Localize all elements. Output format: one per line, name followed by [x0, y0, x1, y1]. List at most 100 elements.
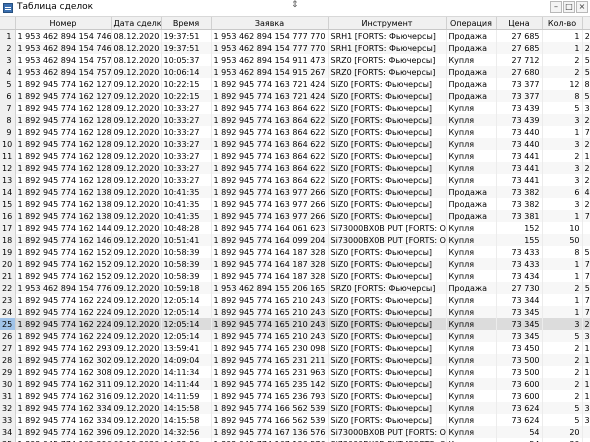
volume-header[interactable]: Объем [582, 17, 590, 30]
price: 73 434 [496, 270, 543, 282]
price: 73 440 [496, 126, 543, 138]
table-row[interactable]: 341 892 945 774 162 396 53309.12.202014:… [0, 426, 590, 438]
price: 27 730 [496, 282, 543, 294]
price: 73 433 [496, 246, 543, 258]
number-header[interactable]: Номер [15, 17, 112, 30]
trade-number: 1 892 945 774 162 152 170 [15, 258, 112, 270]
trade-date: 09.12.2020 [111, 330, 162, 342]
trade-number: 1 892 945 774 162 128 969 [15, 150, 112, 162]
operation: Купля [446, 414, 497, 426]
table-row[interactable]: 291 892 945 774 162 308 05309.12.202014:… [0, 366, 590, 378]
table-row[interactable]: 31 953 462 894 154 757 47408.12.202010:0… [0, 54, 590, 66]
table-row[interactable]: 141 892 945 774 162 138 39409.12.202010:… [0, 186, 590, 198]
trade-number: 1 892 945 774 162 334 571 [15, 414, 112, 426]
volume: 147 000,00 [582, 366, 590, 378]
table-row[interactable]: 21 953 462 894 154 746 89108.12.202019:3… [0, 42, 590, 54]
trade-number: 1 892 945 774 162 152 169 [15, 246, 112, 258]
trade-time: 10:48:28 [161, 222, 212, 234]
table-row[interactable]: 221 953 462 894 154 776 23609.12.202010:… [0, 282, 590, 294]
minimize-button[interactable]: – [550, 1, 562, 13]
trade-time: 10:33:27 [161, 102, 212, 114]
trade-date: 08.12.2020 [111, 29, 162, 42]
table-row[interactable]: 311 892 945 774 162 316 02409.12.202014:… [0, 390, 590, 402]
table-row[interactable]: 281 892 945 774 162 302 24909.12.202014:… [0, 354, 590, 366]
row-index-header[interactable] [0, 17, 16, 30]
table-row[interactable]: 71 892 945 774 162 128 96509.12.202010:3… [0, 102, 590, 114]
table-row[interactable]: 211 892 945 774 162 152 17109.12.202010:… [0, 270, 590, 282]
table-row[interactable]: 131 892 945 774 162 128 97109.12.202010:… [0, 174, 590, 186]
table-row[interactable]: 191 892 945 774 162 152 16909.12.202010:… [0, 246, 590, 258]
trade-time: 10:51:41 [161, 234, 212, 246]
volume: 220 035,00 [582, 318, 590, 330]
instrument: SiZ0 [FORTS: Фьючерсы] [328, 126, 447, 138]
order-number: 1 892 945 774 163 864 622 [211, 138, 329, 150]
table-row[interactable]: 51 892 945 774 162 127 40109.12.202010:2… [0, 78, 590, 90]
operation-header[interactable]: Операция [446, 17, 497, 30]
order-number: 1 953 462 894 154 911 473 [211, 54, 329, 66]
pin-icon[interactable]: ⇕ [291, 0, 299, 10]
order-number: 1 892 945 774 165 231 211 [211, 354, 329, 366]
volume: 220 323,00 [582, 162, 590, 174]
time-header[interactable]: Время [161, 17, 212, 30]
trade-date: 09.12.2020 [111, 150, 162, 162]
table-row[interactable]: 171 892 945 774 162 144 38709.12.202010:… [0, 222, 590, 234]
table-row[interactable]: 351 892 945 774 162 396 53409.12.202014:… [0, 438, 590, 442]
trade-date: 09.12.2020 [111, 342, 162, 354]
trade-date: 09.12.2020 [111, 186, 162, 198]
instrument: SiZ0 [FORTS: Фьючерсы] [328, 366, 447, 378]
title-bar[interactable]: Таблица сделок ⇕ – □ × [0, 0, 590, 17]
trade-date: 09.12.2020 [111, 318, 162, 330]
trade-date: 09.12.2020 [111, 210, 162, 222]
order-number: 1 953 462 894 154 915 267 [211, 66, 329, 78]
table-row[interactable]: 161 892 945 774 162 138 39609.12.202010:… [0, 210, 590, 222]
price-header[interactable]: Цена [496, 17, 543, 30]
table-row[interactable]: 11 953 462 894 154 746 89008.12.202019:3… [0, 29, 590, 42]
volume: 27 685,00 [582, 29, 590, 42]
table-row[interactable]: 181 892 945 774 162 146 54009.12.202010:… [0, 234, 590, 246]
table-row[interactable]: 251 892 945 774 162 224 17909.12.202012:… [0, 318, 590, 330]
row-index: 5 [0, 78, 16, 90]
trade-number: 1 892 945 774 162 396 534 [15, 438, 112, 442]
quantity: 1 [542, 126, 583, 138]
row-index: 14 [0, 186, 16, 198]
table-row[interactable]: 301 892 945 774 162 311 87009.12.202014:… [0, 378, 590, 390]
table-row[interactable]: 241 892 945 774 162 224 17809.12.202012:… [0, 306, 590, 318]
trade-number: 1 892 945 774 162 128 965 [15, 102, 112, 114]
instrument-header[interactable]: Инструмент [328, 17, 447, 30]
trade-number: 1 892 945 774 162 138 396 [15, 210, 112, 222]
table-row[interactable]: 121 892 945 774 162 128 97009.12.202010:… [0, 162, 590, 174]
operation: Продажа [446, 29, 497, 42]
table-row[interactable]: 321 892 945 774 162 334 57009.12.202014:… [0, 402, 590, 414]
table-row[interactable]: 261 892 945 774 162 224 18009.12.202012:… [0, 330, 590, 342]
trade-date-header[interactable]: Дата сделки [111, 17, 162, 30]
table-row[interactable]: 81 892 945 774 162 128 96609.12.202010:3… [0, 114, 590, 126]
close-button[interactable]: × [576, 1, 588, 13]
table-row[interactable]: 101 892 945 774 162 128 96809.12.202010:… [0, 138, 590, 150]
maximize-button[interactable]: □ [563, 1, 575, 13]
order-number: 1 892 945 774 167 136 576 [211, 438, 329, 442]
table-row[interactable]: 271 892 945 774 162 293 65809.12.202013:… [0, 342, 590, 354]
table-row[interactable]: 91 892 945 774 162 128 96709.12.202010:3… [0, 126, 590, 138]
trade-number: 1 892 945 774 162 224 178 [15, 306, 112, 318]
table-row[interactable]: 201 892 945 774 162 152 17009.12.202010:… [0, 258, 590, 270]
trades-grid[interactable]: НомерДата сделкиВремяЗаявкаИнструментОпе… [0, 17, 590, 442]
trade-time: 14:09:04 [161, 354, 212, 366]
price: 73 377 [496, 78, 543, 90]
quantity-header[interactable]: Кол-во [542, 17, 583, 30]
row-index: 31 [0, 390, 16, 402]
table-row[interactable]: 61 892 945 774 162 127 40209.12.202010:2… [0, 90, 590, 102]
order-number: 1 892 945 774 165 210 243 [211, 318, 329, 330]
order-number: 1 892 945 774 167 136 576 [211, 426, 329, 438]
table-row[interactable]: 111 892 945 774 162 128 96909.12.202010:… [0, 150, 590, 162]
trade-date: 09.12.2020 [111, 234, 162, 246]
table-row[interactable]: 151 892 945 774 162 138 39509.12.202010:… [0, 198, 590, 210]
table-row[interactable]: 231 892 945 774 162 224 17709.12.202012:… [0, 294, 590, 306]
row-index: 1 [0, 29, 16, 42]
order-header[interactable]: Заявка [211, 17, 329, 30]
order-number: 1 892 945 774 166 562 539 [211, 414, 329, 426]
table-row[interactable]: 41 953 462 894 154 757 68709.12.202010:0… [0, 66, 590, 78]
instrument: SiZ0 [FORTS: Фьючерсы] [328, 414, 447, 426]
row-index: 24 [0, 306, 16, 318]
price: 73 345 [496, 330, 543, 342]
table-row[interactable]: 331 892 945 774 162 334 57109.12.202014:… [0, 414, 590, 426]
